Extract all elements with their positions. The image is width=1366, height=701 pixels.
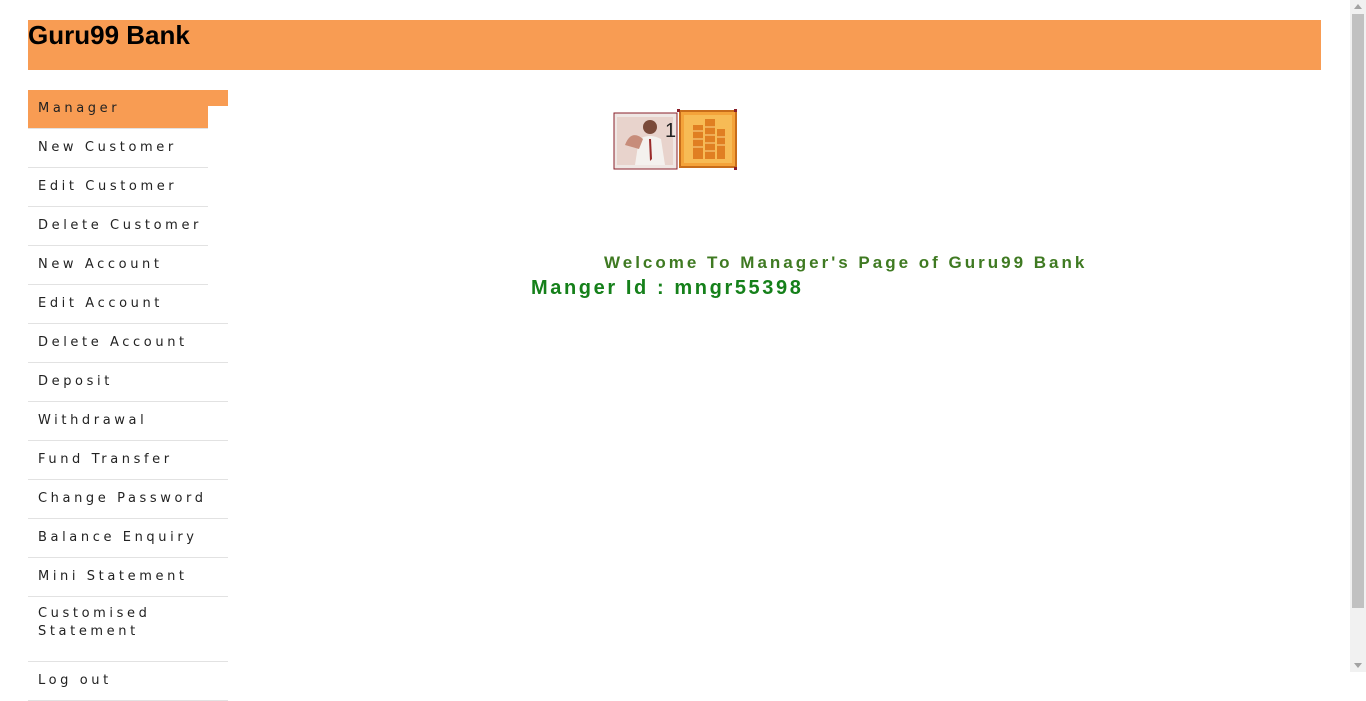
site-header: Guru99 Bank <box>28 20 1321 70</box>
sidebar-menu: Manager New Customer Edit Customer Delet… <box>28 90 228 701</box>
menu-item-delete-customer[interactable]: Delete Customer <box>28 207 208 246</box>
page-scrollbar[interactable] <box>1350 0 1366 672</box>
menu-item-edit-customer[interactable]: Edit Customer <box>28 168 208 207</box>
menu-item-change-password[interactable]: Change Password <box>28 480 228 519</box>
menu-item-manager[interactable]: Manager <box>28 90 228 129</box>
svg-text:1: 1 <box>665 120 676 142</box>
menu-item-new-account[interactable]: New Account <box>28 246 208 285</box>
menu-item-log-out[interactable]: Log out <box>28 662 228 701</box>
menu-item-deposit[interactable]: Deposit <box>28 363 228 402</box>
menu-item-delete-account[interactable]: Delete Account <box>28 324 228 363</box>
bank-banner-image: 1 <box>613 109 737 170</box>
menu-item-customised-statement[interactable]: Customised Statement <box>28 597 228 662</box>
menu-item-mini-statement[interactable]: Mini Statement <box>28 558 228 597</box>
scrollbar-thumb[interactable] <box>1352 14 1364 608</box>
site-title: Guru99 Bank <box>28 20 190 50</box>
menu-item-fund-transfer[interactable]: Fund Transfer <box>28 441 228 480</box>
welcome-heading: Welcome To Manager's Page of Guru99 Bank <box>604 253 1088 272</box>
scroll-down-icon[interactable] <box>1354 663 1362 668</box>
menu-item-withdrawal[interactable]: Withdrawal <box>28 402 228 441</box>
menu-item-new-customer[interactable]: New Customer <box>28 129 208 168</box>
menu-item-edit-account[interactable]: Edit Account <box>28 285 228 324</box>
manager-id-text: Manger Id : mngr55398 <box>531 277 804 299</box>
menu-item-balance-enquiry[interactable]: Balance Enquiry <box>28 519 228 558</box>
scroll-up-icon[interactable] <box>1354 4 1362 9</box>
